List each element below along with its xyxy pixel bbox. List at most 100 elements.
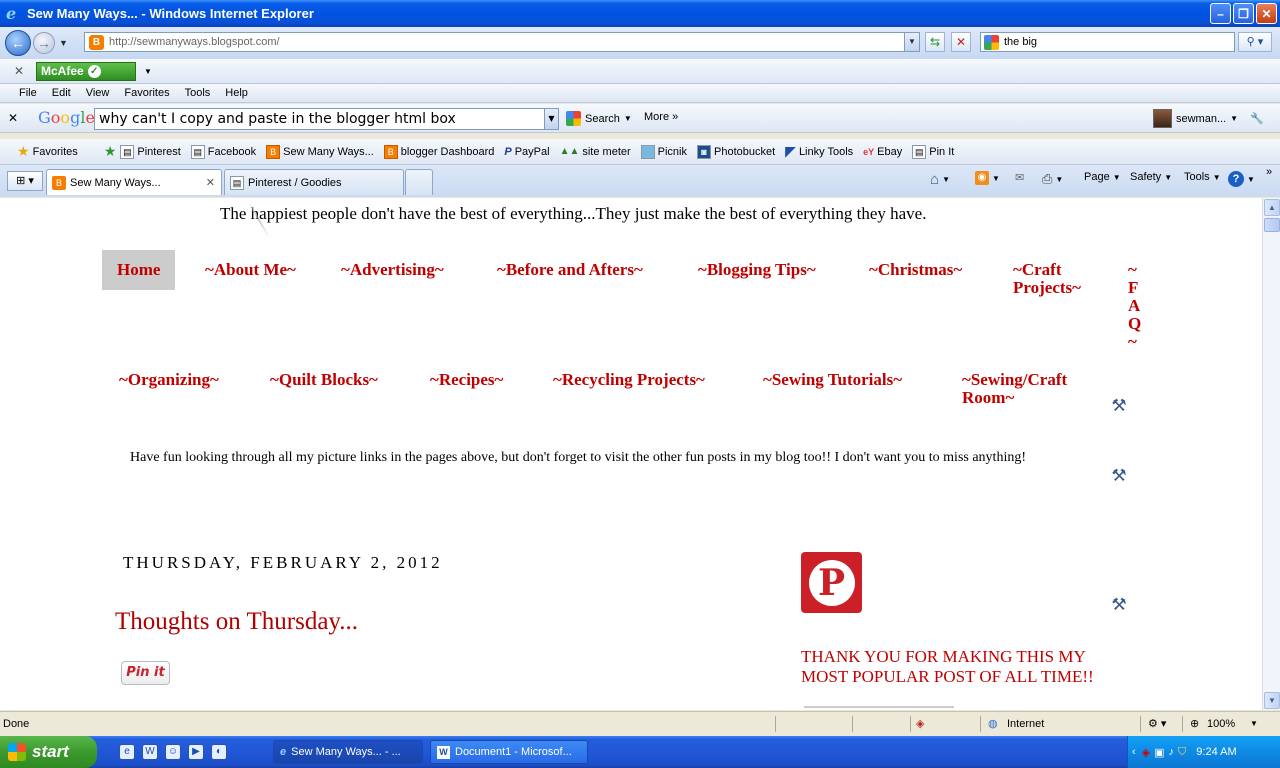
- fav-site-meter[interactable]: ▲▲ site meter: [560, 146, 631, 158]
- address-bar[interactable]: B http://sewmanyways.blogspot.com/ ▼: [84, 32, 920, 52]
- fav-pinterest[interactable]: ▤ Pinterest: [120, 144, 181, 159]
- scroll-thumb[interactable]: [1264, 218, 1280, 232]
- nav-faq[interactable]: ~ F A Q ~: [1128, 261, 1141, 351]
- new-tab-button[interactable]: [405, 169, 433, 195]
- zoom-dropdown-icon[interactable]: ▼: [1250, 719, 1258, 728]
- add-favorite-icon[interactable]: ★: [104, 143, 117, 160]
- print-button[interactable]: ⎙ ▼: [1042, 171, 1063, 187]
- menu-favorites[interactable]: Favorites: [124, 87, 169, 99]
- fav-linky-tools[interactable]: ◤ Linky Tools: [785, 143, 853, 160]
- menu-view[interactable]: View: [86, 87, 110, 99]
- quicklaunch-word-icon[interactable]: W: [142, 744, 158, 760]
- network-tray-icon[interactable]: ▣: [1154, 746, 1164, 759]
- fav-photobucket[interactable]: ◙ Photobucket: [697, 144, 775, 159]
- tab-pinterest[interactable]: ▤ Pinterest / Goodies: [224, 169, 404, 195]
- scroll-down-button[interactable]: ▼: [1264, 692, 1280, 709]
- tab-label: Sew Many Ways...: [70, 176, 161, 189]
- quicklaunch-messenger-icon[interactable]: ☺: [165, 744, 181, 760]
- quicklaunch-ie-icon[interactable]: e: [119, 744, 135, 760]
- tab-sew-many-ways[interactable]: B Sew Many Ways... ✕: [46, 169, 222, 195]
- nav-about-me[interactable]: ~About Me~: [205, 261, 296, 279]
- zoom-level[interactable]: 100%: [1207, 718, 1235, 730]
- nav-organizing[interactable]: ~Organizing~: [119, 371, 219, 389]
- fav-ebay[interactable]: eY Ebay: [863, 146, 902, 158]
- windows-flag-icon: [8, 743, 26, 761]
- start-button[interactable]: start: [0, 736, 97, 768]
- edit-gadget-icon[interactable]: ⚒: [1109, 396, 1129, 416]
- google-search-button[interactable]: Search ▼: [566, 111, 632, 126]
- fav-sew-many-ways[interactable]: B Sew Many Ways...: [266, 144, 374, 159]
- edit-gadget-icon[interactable]: ⚒: [1109, 466, 1129, 486]
- refresh-button[interactable]: ⇆: [925, 32, 945, 52]
- volume-tray-icon[interactable]: ♪: [1169, 746, 1175, 758]
- quicklaunch-media-icon[interactable]: ▶: [188, 744, 204, 760]
- pin-it-button[interactable]: Pin it: [121, 661, 170, 685]
- wrench-icon[interactable]: 🔧: [1250, 112, 1264, 125]
- quick-tabs-button[interactable]: ⊞ ▾: [7, 171, 43, 191]
- close-toolbar-icon[interactable]: ✕: [8, 64, 30, 78]
- quicklaunch-desktop-icon[interactable]: ◐: [211, 744, 227, 760]
- page-menu-button[interactable]: Page ▼: [1084, 171, 1121, 183]
- nav-christmas[interactable]: ~Christmas~: [869, 261, 962, 279]
- vertical-scrollbar[interactable]: ▲ ▼: [1262, 198, 1280, 710]
- minimize-button[interactable]: –: [1210, 3, 1231, 24]
- fav-paypal[interactable]: P PayPal: [504, 146, 549, 158]
- close-google-toolbar-icon[interactable]: ✕: [8, 111, 18, 125]
- search-go-button[interactable]: ⚲ ▾: [1238, 32, 1272, 52]
- toolbar-overflow-icon[interactable]: »: [1266, 166, 1272, 178]
- safety-menu-button[interactable]: Safety ▼: [1130, 171, 1172, 183]
- mcafee-tray-icon[interactable]: ◈: [1142, 746, 1150, 759]
- back-button[interactable]: ←: [5, 30, 31, 56]
- close-tab-icon[interactable]: ✕: [206, 176, 215, 189]
- stop-button[interactable]: ✕: [951, 32, 971, 52]
- google-query-dropdown-icon[interactable]: ▼: [544, 109, 558, 129]
- home-button[interactable]: ⌂ ▼: [930, 171, 950, 188]
- home-icon: ⌂: [930, 171, 940, 188]
- scroll-up-button[interactable]: ▲: [1264, 199, 1280, 216]
- mcafee-button[interactable]: McAfee ✓: [36, 61, 136, 81]
- close-button[interactable]: ✕: [1256, 3, 1277, 24]
- post-title[interactable]: Thoughts on Thursday...: [115, 608, 358, 636]
- nav-sewing-tutorials[interactable]: ~Sewing Tutorials~: [763, 371, 902, 389]
- feeds-button[interactable]: ◉ ▼: [975, 171, 1000, 185]
- zoom-icon[interactable]: ⊕: [1190, 717, 1199, 730]
- pinterest-logo[interactable]: P: [801, 552, 862, 613]
- security-settings-button[interactable]: ⚙ ▾: [1148, 717, 1166, 730]
- task-ie-window[interactable]: e Sew Many Ways... - ...: [273, 740, 423, 764]
- mcafee-dropdown-icon[interactable]: ▼: [144, 67, 152, 76]
- tray-expand-icon[interactable]: ‹: [1132, 746, 1136, 758]
- tools-menu-button[interactable]: Tools ▼: [1184, 171, 1221, 183]
- nav-home[interactable]: Home: [102, 250, 176, 290]
- nav-before-and-afters[interactable]: ~Before and Afters~: [497, 261, 643, 279]
- fav-picnik[interactable]: Picnik: [640, 144, 687, 159]
- google-user-button[interactable]: sewman... ▼ 🔧: [1153, 109, 1264, 128]
- security-tray-icon[interactable]: ⛉: [1178, 746, 1186, 759]
- start-label: start: [32, 742, 69, 761]
- favorites-button[interactable]: ★ Favorites: [17, 143, 78, 160]
- fav-blogger-dashboard[interactable]: Bblogger Dashboard: [383, 144, 494, 159]
- nav-recipes[interactable]: ~Recipes~: [430, 371, 503, 389]
- edit-gadget-icon[interactable]: ⚒: [1109, 595, 1129, 615]
- search-input[interactable]: the big: [980, 32, 1235, 52]
- google-query-input[interactable]: why can't I copy and paste in the blogge…: [94, 108, 559, 130]
- menu-edit[interactable]: Edit: [52, 87, 71, 99]
- history-dropdown-icon[interactable]: ▼: [59, 38, 68, 48]
- nav-recycling-projects[interactable]: ~Recycling Projects~: [553, 371, 705, 389]
- nav-craft-projects[interactable]: ~Craft Projects~: [1013, 261, 1081, 297]
- help-menu-button[interactable]: ? ▼: [1228, 171, 1255, 187]
- menu-file[interactable]: File: [19, 87, 37, 99]
- mail-button[interactable]: ✉: [1015, 171, 1024, 184]
- fav-facebook[interactable]: ▤ Facebook: [190, 144, 256, 159]
- google-more-button[interactable]: More »: [644, 111, 678, 123]
- nav-blogging-tips[interactable]: ~Blogging Tips~: [698, 261, 816, 279]
- forward-button[interactable]: →: [33, 32, 55, 54]
- fav-pin-it[interactable]: ▤ Pin It: [912, 144, 954, 159]
- maximize-button[interactable]: ❐: [1233, 3, 1254, 24]
- menu-tools[interactable]: Tools: [185, 87, 211, 99]
- nav-advertising[interactable]: ~Advertising~: [341, 261, 444, 279]
- menu-help[interactable]: Help: [225, 87, 248, 99]
- nav-sewing-craft-room[interactable]: ~Sewing/Craft Room~: [962, 371, 1067, 407]
- address-dropdown-icon[interactable]: ▼: [904, 33, 919, 51]
- nav-quilt-blocks[interactable]: ~Quilt Blocks~: [270, 371, 378, 389]
- task-word-document[interactable]: W Document1 - Microsof...: [430, 740, 588, 764]
